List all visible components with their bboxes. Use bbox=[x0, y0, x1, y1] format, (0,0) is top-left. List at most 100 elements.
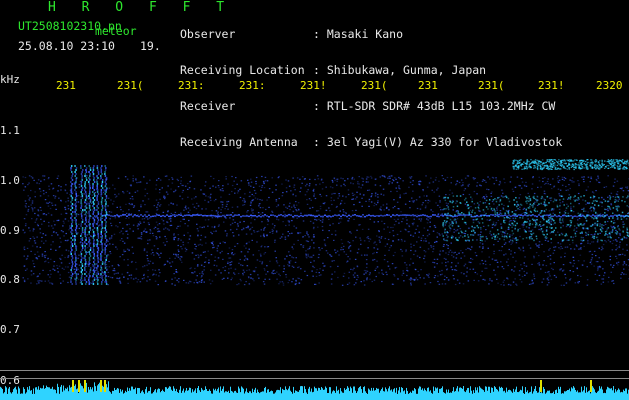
signal-speck bbox=[607, 196, 609, 198]
signal-speck bbox=[583, 181, 585, 183]
signal-speck bbox=[235, 177, 237, 179]
signal-speck bbox=[41, 253, 44, 255]
signal-speck bbox=[297, 202, 300, 204]
signal-speck bbox=[56, 267, 59, 269]
signal-speck bbox=[626, 205, 628, 207]
signal-speck bbox=[525, 196, 527, 198]
signal-speck bbox=[124, 214, 126, 216]
signal-speck bbox=[39, 195, 42, 197]
signal-speck bbox=[282, 233, 284, 235]
signal-speck bbox=[171, 278, 173, 280]
signal-speck bbox=[110, 222, 112, 224]
signal-speck bbox=[70, 177, 73, 179]
signal-speck bbox=[34, 242, 37, 244]
signal-speck bbox=[503, 238, 505, 241]
signal-speck bbox=[45, 254, 47, 256]
signal-speck bbox=[455, 211, 457, 213]
signal-speck bbox=[402, 180, 404, 182]
signal-speck bbox=[108, 187, 111, 189]
signal-speck bbox=[163, 196, 165, 198]
signal-speck bbox=[283, 268, 285, 270]
signal-speck bbox=[176, 204, 178, 206]
signal-speck bbox=[503, 204, 505, 206]
signal-speck bbox=[527, 207, 530, 209]
signal-speck bbox=[464, 221, 467, 224]
signal-speck bbox=[414, 232, 416, 234]
signal-speck bbox=[622, 226, 625, 228]
signal-speck bbox=[32, 210, 34, 212]
signal-speck bbox=[58, 265, 61, 267]
signal-speck bbox=[609, 231, 611, 233]
signal-speck bbox=[71, 229, 73, 231]
signal-speck bbox=[266, 234, 268, 236]
signal-speck bbox=[512, 214, 514, 217]
signal-speck bbox=[594, 228, 597, 230]
signal-speck bbox=[389, 175, 392, 177]
signal-speck bbox=[25, 206, 27, 208]
signal-speck bbox=[360, 239, 362, 241]
signal-speck bbox=[332, 223, 334, 225]
signal-speck bbox=[459, 235, 462, 237]
signal-speck bbox=[619, 241, 621, 243]
signal-speck bbox=[74, 229, 77, 231]
signal-speck bbox=[262, 281, 265, 283]
signal-speck bbox=[45, 214, 48, 216]
signal-speck bbox=[614, 214, 616, 216]
signal-speck bbox=[51, 234, 53, 237]
signal-speck bbox=[220, 209, 222, 211]
signal-speck bbox=[302, 220, 305, 222]
signal-speck bbox=[135, 261, 137, 263]
signal-speck bbox=[540, 228, 543, 230]
signal-speck bbox=[568, 160, 571, 162]
signal-speck bbox=[609, 196, 612, 198]
signal-speck bbox=[357, 183, 359, 185]
signal-speck bbox=[199, 272, 201, 275]
signal-speck bbox=[616, 160, 619, 162]
signal-speck bbox=[195, 208, 198, 210]
signal-speck bbox=[528, 195, 531, 198]
signal-speck bbox=[312, 254, 315, 256]
signal-speck bbox=[462, 193, 465, 196]
signal-speck bbox=[402, 218, 404, 220]
signal-speck bbox=[115, 272, 117, 274]
signal-speck bbox=[258, 205, 260, 207]
signal-speck bbox=[139, 281, 142, 283]
signal-speck bbox=[182, 241, 184, 243]
signal-speck bbox=[275, 206, 278, 208]
signal-speck bbox=[361, 228, 364, 230]
signal-speck bbox=[113, 200, 115, 202]
signal-speck bbox=[508, 241, 511, 243]
signal-speck bbox=[66, 192, 68, 194]
signal-speck bbox=[119, 280, 121, 282]
signal-speck bbox=[567, 205, 569, 208]
signal-speck bbox=[492, 233, 495, 235]
signal-speck bbox=[93, 165, 95, 167]
signal-speck bbox=[538, 161, 540, 163]
signal-speck bbox=[596, 166, 598, 168]
signal-speck bbox=[140, 233, 143, 235]
signal-speck bbox=[146, 280, 148, 282]
signal-speck bbox=[441, 233, 444, 235]
signal-speck bbox=[367, 181, 369, 183]
signal-speck bbox=[527, 166, 529, 168]
signal-speck bbox=[625, 218, 628, 220]
signal-speck bbox=[313, 193, 316, 195]
signal-speck bbox=[583, 260, 585, 262]
signal-speck bbox=[296, 177, 299, 179]
signal-speck bbox=[525, 185, 528, 187]
signal-speck bbox=[507, 228, 509, 230]
signal-speck bbox=[58, 246, 61, 248]
signal-speck bbox=[292, 177, 294, 179]
signal-speck bbox=[258, 215, 260, 217]
signal-speck bbox=[524, 256, 526, 258]
signal-speck bbox=[511, 234, 513, 236]
signal-speck bbox=[278, 197, 280, 200]
signal-speck bbox=[244, 193, 246, 195]
signal-speck bbox=[550, 216, 553, 218]
signal-speck bbox=[597, 175, 599, 177]
signal-speck bbox=[392, 230, 394, 232]
signal-speck bbox=[604, 214, 607, 217]
signal-speck bbox=[378, 239, 381, 241]
signal-speck bbox=[536, 218, 538, 221]
signal-speck bbox=[450, 266, 453, 268]
